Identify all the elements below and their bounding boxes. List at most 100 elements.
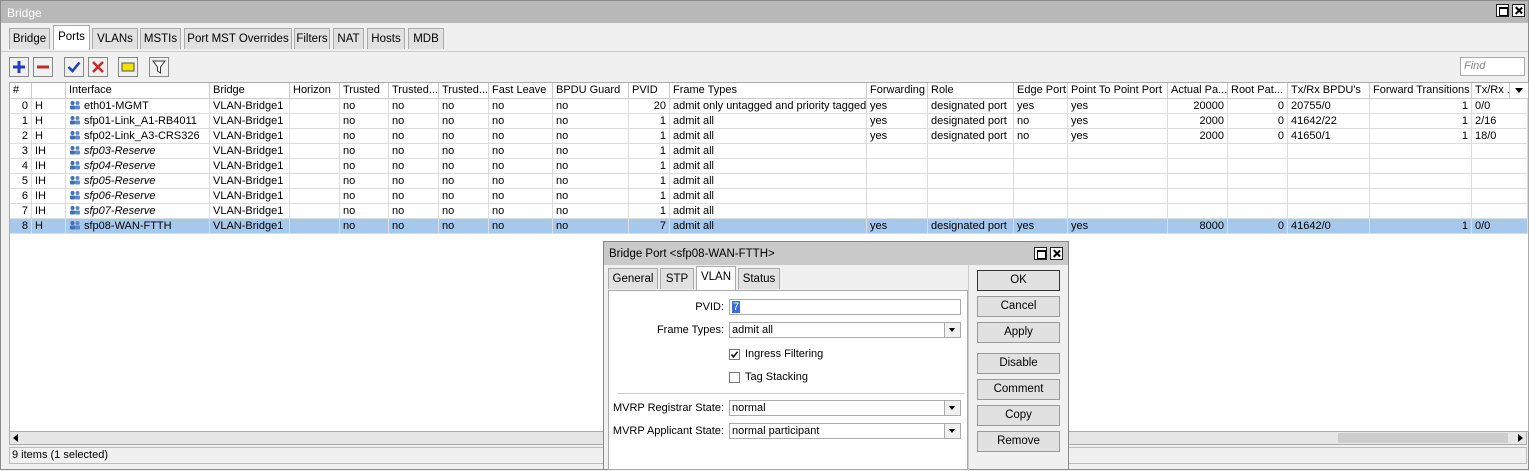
cell-root-path [1228,144,1288,158]
table-row[interactable]: 6 IH sfp06-Reserve VLAN-Bridge1 no no no no no 1 a… [10,189,1528,204]
disable-icon[interactable] [88,57,108,77]
filter-icon[interactable] [149,57,169,77]
col-trusted[interactable]: Trusted [340,83,389,98]
ingress-filtering-checkbox[interactable] [729,349,740,360]
col-point-to-point[interactable]: Point To Point Port [1068,83,1168,98]
tab-hosts[interactable]: Hosts [367,28,405,49]
dialog-close-icon[interactable] [1050,247,1063,260]
col-forwarding[interactable]: Forwarding [867,83,928,98]
cell-bpdus: 20755/0 [1288,99,1370,113]
col-horizon[interactable]: Horizon [290,83,340,98]
col-trusted-3[interactable]: Trusted... [439,83,489,98]
tab-mstis[interactable]: MSTIs [140,28,181,49]
cell-flags: H [32,114,66,128]
scroll-left-icon[interactable] [12,434,20,442]
ok-button[interactable]: OK [977,270,1060,291]
chevron-down-icon[interactable] [944,401,960,415]
cell-flags: IH [32,174,66,188]
cell-bpdu-guard: no [553,204,629,218]
dialog-tab-vlan[interactable]: VLAN [696,266,736,291]
col-txrx-bpdus[interactable]: Tx/Rx BPDU's [1288,83,1370,98]
cell-text: VLAN-Bridge1 [213,220,284,232]
table-row[interactable]: 0 Heth01-MGMT VLAN-Bridge1 no no no no no 20 admi… [10,99,1528,114]
col-fast-leave[interactable]: Fast Leave [489,83,553,98]
cell-text: no [492,205,505,217]
col-interface[interactable]: Interface [66,83,210,98]
chevron-down-icon[interactable] [944,323,960,337]
copy-button[interactable]: Copy [977,405,1060,426]
tab-port-mst-overrides[interactable]: Port MST Overrides [184,28,292,49]
remove-icon[interactable] [33,57,53,77]
apply-button[interactable]: Apply [977,322,1060,343]
cell-interface: sfp08-WAN-FTTH [66,219,210,233]
dialog-tab-stp[interactable]: STP [660,268,694,289]
chevron-down-icon[interactable] [944,424,960,438]
cell-text: no [492,145,505,157]
scroll-right-icon[interactable] [1516,434,1524,442]
tab-bridge[interactable]: Bridge [9,28,50,49]
table-row[interactable]: 2 Hsfp02-Link_A3-CRS326 VLAN-Bridge1 no no no… [10,129,1528,144]
cell-p2p: yes [1068,219,1168,233]
pvid-input[interactable]: 7 [729,299,961,315]
col-root-path[interactable]: Root Pat... [1228,83,1288,98]
remove-button[interactable]: Remove [977,431,1060,452]
cell-text: no [343,130,356,142]
cell-p2p: yes [1068,129,1168,143]
frame-types-select[interactable]: admit all [729,322,961,338]
col-bpdu-guard[interactable]: BPDU Guard [553,83,629,98]
cell-text: no [392,130,405,142]
col-trusted-2[interactable]: Trusted... [389,83,439,98]
col-pvid[interactable]: PVID [629,83,670,98]
col-actual-path[interactable]: Actual Pa... [1168,83,1228,98]
cell-role [928,189,1014,203]
cell-flags: H [32,219,66,233]
col-role[interactable]: Role [928,83,1014,98]
dialog-maximize-icon[interactable] [1034,247,1047,260]
col-forward-transitions[interactable]: Forward Transitions [1370,83,1472,98]
maximize-icon[interactable] [1496,4,1509,17]
cell-t3: no [439,99,489,113]
enable-icon[interactable] [64,57,84,77]
dialog-tab-status[interactable]: Status [738,268,780,289]
find-input[interactable]: Find [1460,57,1525,76]
cell-interface: sfp03-Reserve [66,144,210,158]
column-menu-icon[interactable] [1510,83,1528,98]
close-icon[interactable] [1512,4,1525,17]
disable-button[interactable]: Disable [977,353,1060,374]
table-row[interactable]: 8 Hsfp08-WAN-FTTH VLAN-Bridge1 no no no no no 7 a… [10,219,1528,234]
table-row[interactable]: 4 IH sfp04-Reserve VLAN-Bridge1 no no no no no 1 a… [10,159,1528,174]
tab-filters[interactable]: Filters [294,28,330,49]
col-flags[interactable] [32,83,66,98]
tag-stacking-checkbox[interactable] [729,372,740,383]
tab-ports[interactable]: Ports [53,25,90,50]
cancel-button[interactable]: Cancel [977,296,1060,317]
scrollbar-thumb[interactable] [1338,433,1508,443]
col-txrx[interactable]: Tx/Rx ... [1472,83,1510,98]
comment-icon[interactable] [118,57,138,77]
cell-text: admit all [673,115,714,127]
cell-text: no [556,160,569,172]
cell-text: H [35,115,43,127]
tab-vlans[interactable]: VLANs [92,28,138,49]
cell-actual-path [1168,174,1228,188]
tab-mdb[interactable]: MDB [408,28,444,49]
dialog-tab-general[interactable]: General [608,268,658,289]
cell-text: 1 [1461,220,1468,232]
mvrp-registrar-select[interactable]: normal [729,400,961,416]
table-row[interactable]: 3 IH sfp03-Reserve VLAN-Bridge1 no no no no no 1 a… [10,144,1528,159]
col-bridge[interactable]: Bridge [210,83,290,98]
table-row[interactable]: 7 IH sfp07-Reserve VLAN-Bridge1 no no no no no 1 a… [10,204,1528,219]
mvrp-applicant-select[interactable]: normal participant [729,423,961,439]
comment-button[interactable]: Comment [977,379,1060,400]
table-row[interactable]: 1 Hsfp01-Link_A1-RB4011 VLAN-Bridge1 no no no… [10,114,1528,129]
cell-fwd-trans [1370,204,1472,218]
tab-nat[interactable]: NAT [333,28,364,49]
col-frame-types[interactable]: Frame Types [670,83,867,98]
add-icon[interactable] [9,57,29,77]
cell-text: sfp02-Link_A3-CRS326 [84,130,200,142]
col-edge-port[interactable]: Edge Port [1014,83,1068,98]
table-row[interactable]: 5 IH sfp05-Reserve VLAN-Bridge1 no no no no no 1 a… [10,174,1528,189]
cell-bridge: VLAN-Bridge1 [210,129,290,143]
cell-text: yes [1017,220,1035,232]
col-num[interactable]: # [10,83,32,98]
